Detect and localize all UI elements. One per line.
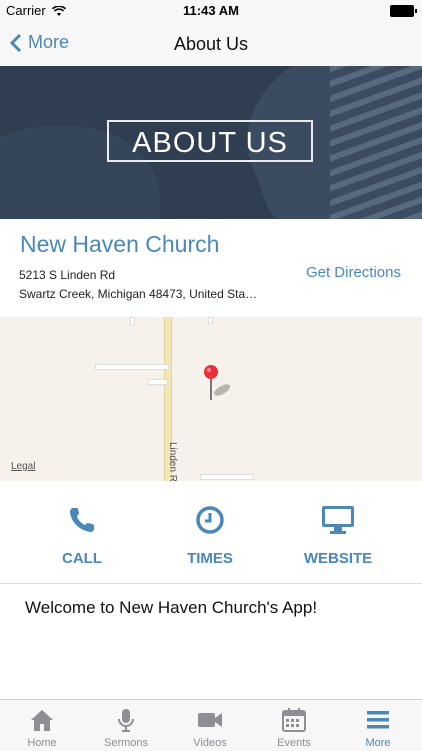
hero-background-stripes <box>330 66 422 219</box>
tab-more-label: More <box>365 737 391 749</box>
microphone-icon <box>118 709 134 732</box>
hero-title: ABOUT US <box>107 120 313 162</box>
map-road <box>95 364 169 370</box>
website-label: WEBSITE <box>303 550 373 567</box>
times-label: TIMES <box>187 550 233 567</box>
tab-more[interactable]: More <box>336 700 420 751</box>
map-view[interactable]: Linden Ro Legal <box>0 317 422 481</box>
phone-icon <box>70 508 94 532</box>
call-label: CALL <box>62 550 102 567</box>
menu-icon <box>367 711 389 729</box>
church-name: New Haven Church <box>20 231 220 257</box>
calendar-icon <box>282 708 306 732</box>
hero-banner: ABOUT US <box>0 66 422 219</box>
page-title: About Us <box>173 34 249 54</box>
address-line-1: 5213 S Linden Rd <box>19 268 116 282</box>
tab-videos-label: Videos <box>193 737 227 749</box>
map-road <box>208 317 213 324</box>
address-line-2: Swartz Creek, Michigan 48473, United Sta… <box>19 287 258 301</box>
monitor-icon <box>322 506 354 534</box>
tab-events[interactable]: Events <box>252 700 336 751</box>
tab-sermons-label: Sermons <box>103 737 149 749</box>
battery-icon <box>390 5 417 17</box>
status-bar: Carrier 11:43 AM <box>0 0 422 22</box>
map-pin-icon[interactable] <box>204 364 234 404</box>
map-road <box>130 317 135 326</box>
map-street-label: Linden Ro <box>167 442 178 481</box>
tab-home-label: Home <box>27 737 57 749</box>
tab-videos[interactable]: Videos <box>168 700 252 751</box>
website-button[interactable]: WEBSITE <box>278 505 398 567</box>
tab-bar: Home Sermons Videos Events More <box>0 699 422 751</box>
tab-home[interactable]: Home <box>0 700 84 751</box>
action-buttons: CALL TIMES WEBSITE <box>0 481 422 584</box>
map-legal-link[interactable]: Legal <box>11 461 35 472</box>
map-road <box>200 474 254 480</box>
welcome-message: Welcome to New Haven Church's App! <box>25 598 318 617</box>
tab-sermons[interactable]: Sermons <box>84 700 168 751</box>
home-icon <box>31 710 53 731</box>
times-button[interactable]: TIMES <box>150 505 270 567</box>
clock: 11:43 AM <box>183 3 239 18</box>
clock-icon <box>196 506 224 534</box>
call-button[interactable]: CALL <box>22 505 142 567</box>
video-camera-icon <box>198 713 222 727</box>
get-directions-link[interactable]: Get Directions <box>306 264 401 281</box>
church-info: New Haven Church 5213 S Linden Rd Swartz… <box>0 219 422 317</box>
map-road <box>148 379 168 385</box>
navigation-bar: More About Us <box>0 22 422 67</box>
tab-events-label: Events <box>277 737 311 749</box>
